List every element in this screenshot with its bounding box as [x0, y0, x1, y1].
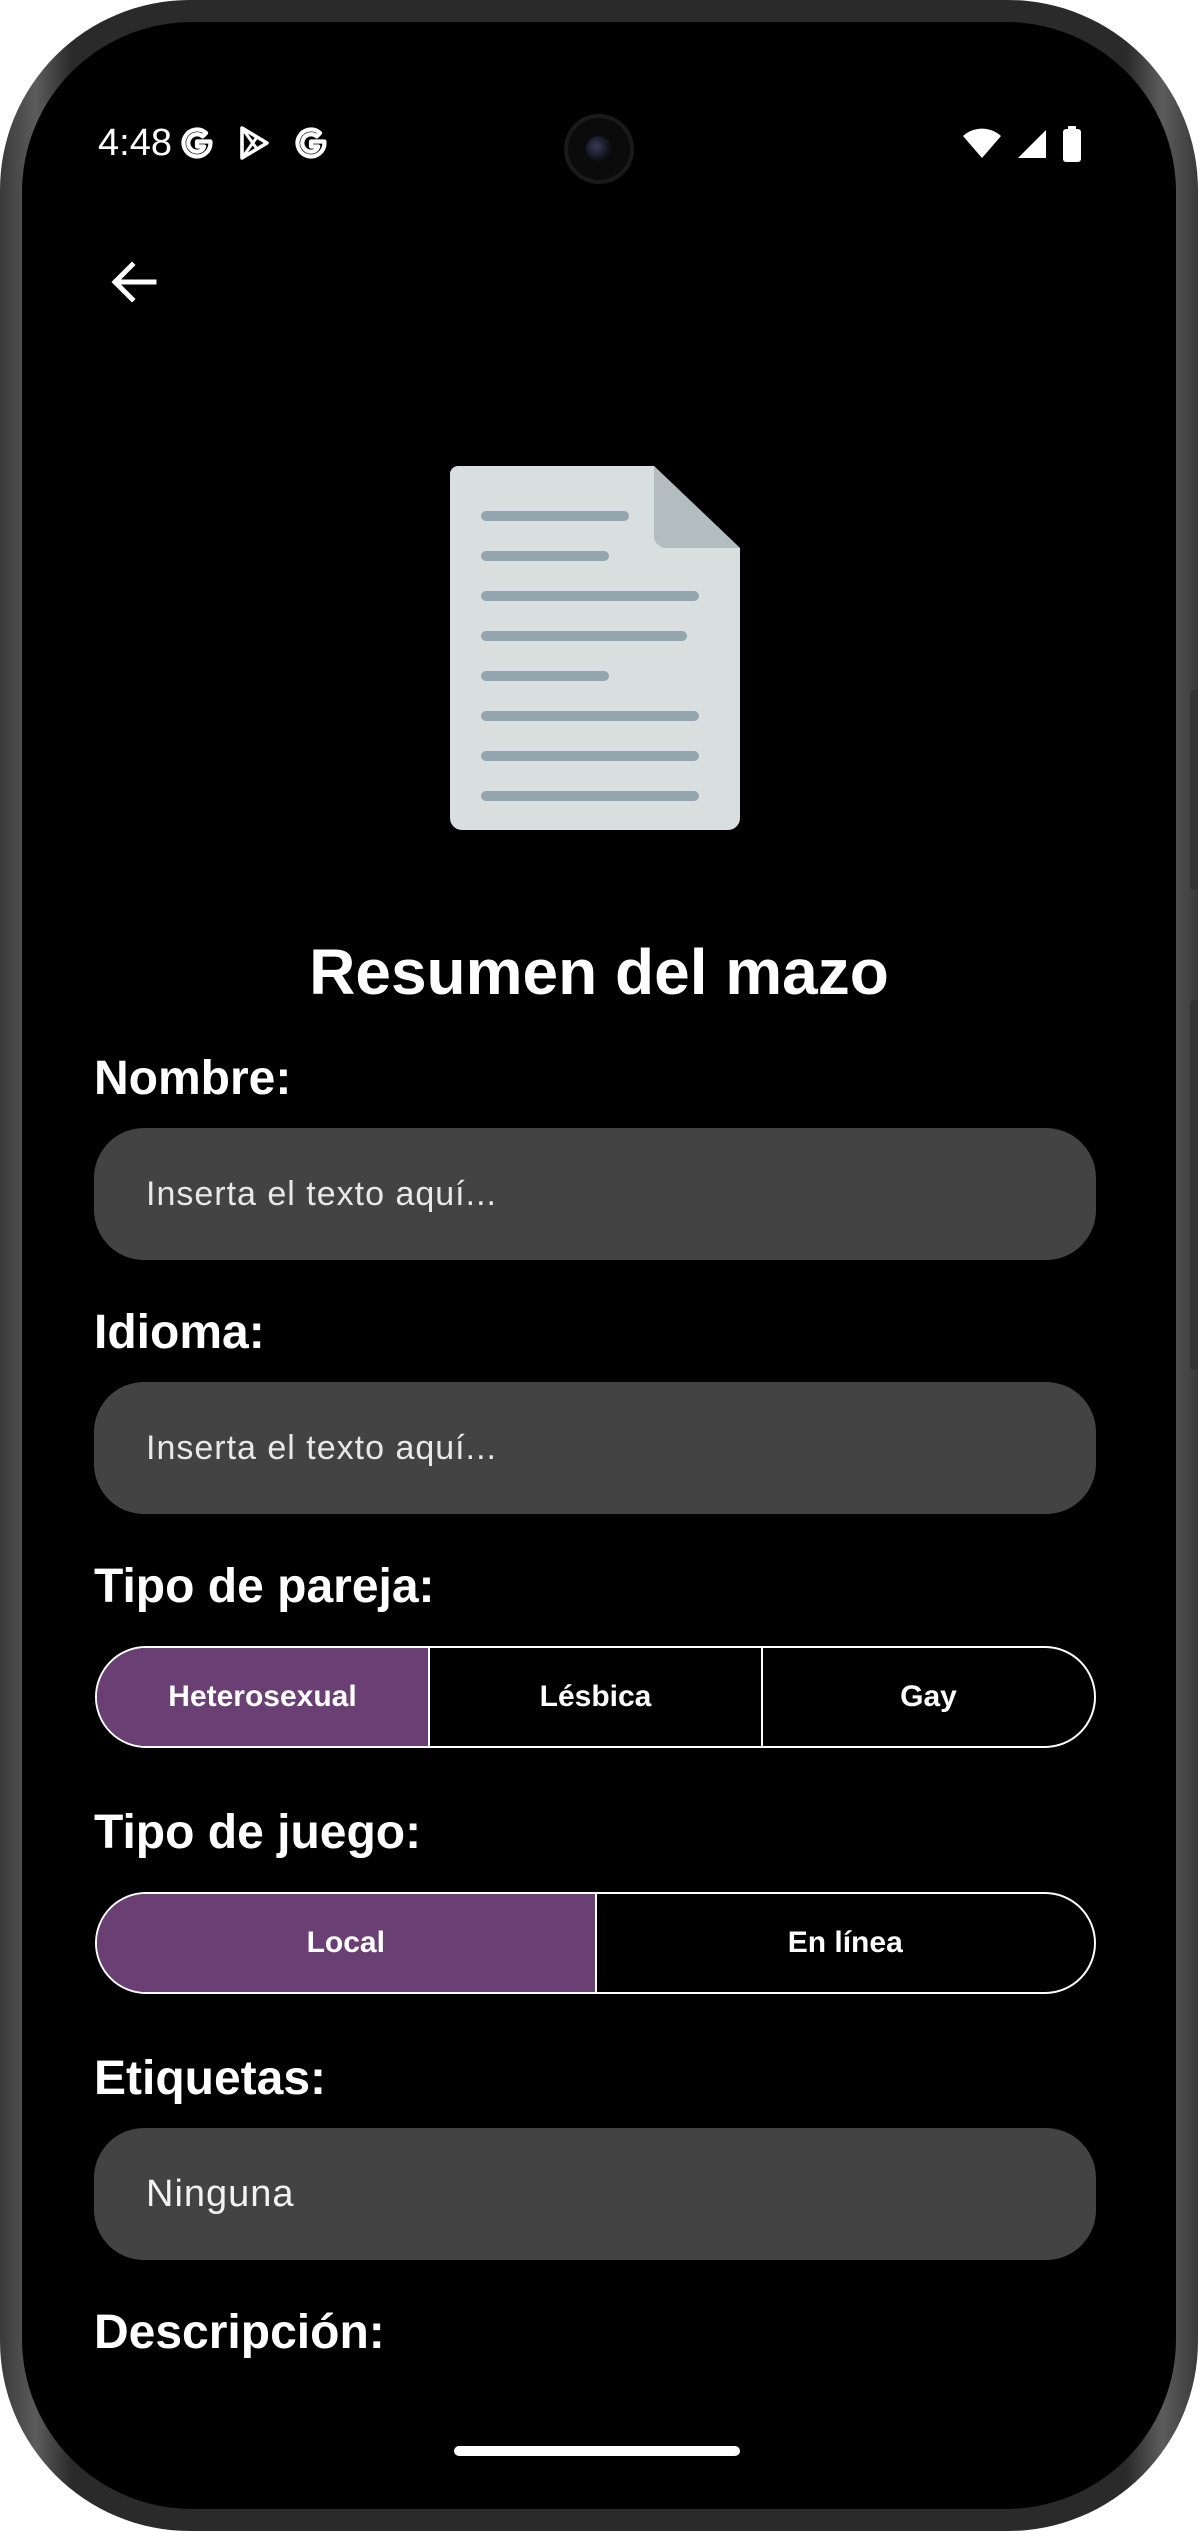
tipo-juego-label: Tipo de juego: — [94, 1806, 422, 1859]
segment-heterosexual[interactable]: Heterosexual — [97, 1648, 430, 1746]
google-g-icon — [180, 126, 214, 165]
back-button[interactable] — [94, 244, 174, 324]
volume-button — [1190, 1000, 1198, 1370]
battery-icon — [1062, 126, 1082, 167]
document-icon — [450, 466, 740, 830]
segment-lesbica[interactable]: Lésbica — [430, 1648, 763, 1746]
play-store-icon — [236, 125, 272, 166]
nombre-placeholder: Inserta el texto aquí... — [146, 1174, 497, 1213]
nombre-input[interactable]: Inserta el texto aquí... — [94, 1128, 1096, 1260]
tipo-juego-selector: Local En línea — [95, 1892, 1096, 1994]
idioma-placeholder: Inserta el texto aquí... — [146, 1428, 497, 1467]
segment-local[interactable]: Local — [97, 1894, 597, 1992]
idioma-input[interactable]: Inserta el texto aquí... — [94, 1382, 1096, 1514]
phone-frame: 4:48 Resumen del mazo Nombre: Inserta el… — [0, 0, 1198, 2531]
status-time: 4:48 — [98, 122, 172, 164]
idioma-label: Idioma: — [94, 1306, 265, 1359]
home-indicator[interactable] — [454, 2446, 740, 2456]
front-camera — [564, 114, 634, 184]
segment-gay[interactable]: Gay — [763, 1648, 1094, 1746]
power-button — [1190, 690, 1198, 890]
system-icons — [962, 126, 1082, 167]
notification-icons — [180, 125, 328, 166]
etiquetas-label: Etiquetas: — [94, 2052, 327, 2105]
etiquetas-field[interactable]: Ninguna — [94, 2128, 1096, 2260]
app-screen: 4:48 Resumen del mazo Nombre: Inserta el… — [22, 22, 1176, 2509]
google-g-icon — [294, 126, 328, 165]
arrow-left-icon — [108, 256, 160, 313]
tipo-pareja-selector: Heterosexual Lésbica Gay — [95, 1646, 1096, 1748]
wifi-icon — [962, 128, 1002, 165]
tipo-pareja-label: Tipo de pareja: — [94, 1560, 435, 1613]
nombre-label: Nombre: — [94, 1052, 292, 1105]
cell-signal-icon — [1016, 128, 1048, 165]
status-bar: 4:48 — [22, 22, 1176, 184]
page-title: Resumen del mazo — [309, 936, 889, 1008]
segment-en-linea[interactable]: En línea — [597, 1894, 1095, 1992]
etiquetas-value: Ninguna — [146, 2172, 295, 2215]
descripcion-label: Descripción: — [94, 2306, 385, 2359]
